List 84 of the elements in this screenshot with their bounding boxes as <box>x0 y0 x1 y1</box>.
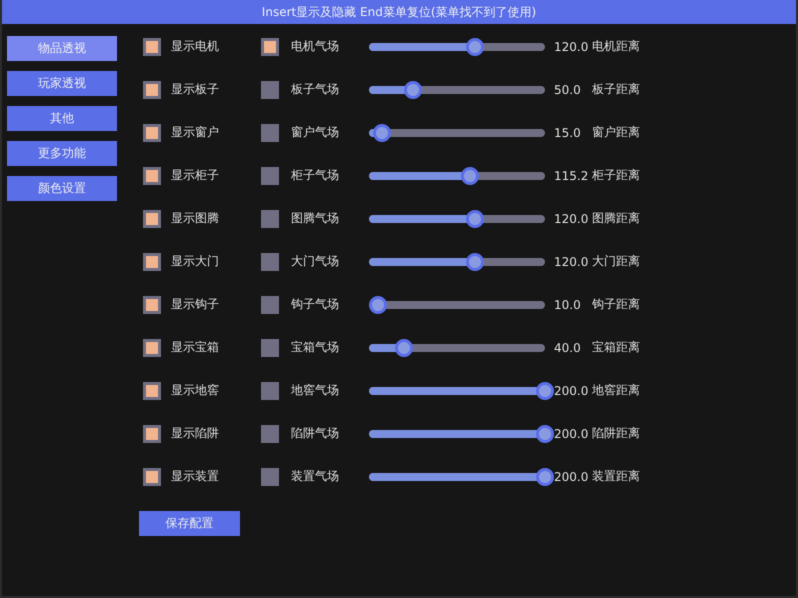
checkbox-label: 柜子气场 <box>290 167 340 184</box>
slider-label: 地窖距离 <box>592 382 640 399</box>
checkbox-label: 显示地窖 <box>170 382 220 399</box>
sidebar-tab[interactable]: 更多功能 <box>7 141 117 166</box>
slider-label: 柜子距离 <box>592 167 640 184</box>
slider-value: 50.0 <box>554 82 582 96</box>
checkbox[interactable] <box>143 124 161 142</box>
slider-value: 200.0 <box>554 470 590 484</box>
checkbox-label: 大门气场 <box>290 253 340 270</box>
slider-label: 大门距离 <box>592 253 640 270</box>
checkbox-label: 显示板子 <box>170 81 220 98</box>
checkbox[interactable] <box>143 210 161 228</box>
sidebar-tab[interactable]: 颜色设置 <box>7 176 117 201</box>
slider-thumb[interactable] <box>466 252 484 270</box>
checkbox-label: 显示窗户 <box>170 124 220 141</box>
checkbox[interactable] <box>143 38 161 56</box>
slider-thumb[interactable] <box>395 338 414 356</box>
checkbox-label: 电机气场 <box>290 38 340 55</box>
checkbox[interactable] <box>261 338 279 356</box>
checkbox-label: 地窖气场 <box>290 382 340 399</box>
slider-thumb[interactable] <box>536 424 554 442</box>
checkbox-label: 陷阱气场 <box>290 425 340 442</box>
slider-value: 200.0 <box>554 384 590 398</box>
slider-thumb[interactable] <box>461 166 480 184</box>
checkbox[interactable] <box>261 424 279 442</box>
window-title: Insert显示及隐藏 End菜单复位(菜单找不到了使用) <box>262 4 536 20</box>
slider-thumb[interactable] <box>536 468 554 486</box>
checkbox-label: 图腾气场 <box>290 210 340 227</box>
checkbox[interactable] <box>143 296 161 314</box>
checkbox-label: 宝箱气场 <box>290 339 340 356</box>
checkbox[interactable] <box>261 166 279 184</box>
checkbox-label: 显示装置 <box>170 468 220 485</box>
checkbox[interactable] <box>143 382 161 400</box>
slider-value: 40.0 <box>554 340 582 354</box>
slider-label: 图腾距离 <box>592 210 640 227</box>
checkbox[interactable] <box>261 252 279 270</box>
slider-thumb[interactable] <box>368 296 387 314</box>
slider-value: 120.0 <box>554 40 590 54</box>
slider-thumb[interactable] <box>373 124 392 142</box>
slider-label: 陷阱距离 <box>592 425 640 442</box>
checkbox-label: 钩子气场 <box>290 296 340 313</box>
checkbox[interactable] <box>261 38 279 56</box>
slider-value: 10.0 <box>554 298 582 312</box>
slider-thumb[interactable] <box>404 80 422 98</box>
checkbox[interactable] <box>261 468 279 486</box>
checkbox-label: 显示图腾 <box>170 210 220 227</box>
checkbox[interactable] <box>261 296 279 314</box>
save-button[interactable]: 保存配置 <box>139 511 240 536</box>
slider-label: 窗户距离 <box>592 124 640 141</box>
checkbox-label: 板子气场 <box>290 81 340 98</box>
checkbox-label: 显示电机 <box>170 38 220 55</box>
slider-thumb[interactable] <box>466 210 484 228</box>
sidebar-tab[interactable]: 其他 <box>7 106 117 131</box>
slider-label: 电机距离 <box>592 38 640 55</box>
slider-value: 15.0 <box>554 126 582 140</box>
checkbox[interactable] <box>261 80 279 98</box>
checkbox-label: 窗户气场 <box>290 124 340 141</box>
checkbox[interactable] <box>143 468 161 486</box>
checkbox-label: 显示大门 <box>170 253 220 270</box>
slider-label: 宝箱距离 <box>592 339 640 356</box>
checkbox[interactable] <box>143 252 161 270</box>
checkbox[interactable] <box>143 166 161 184</box>
checkbox-label: 显示钩子 <box>170 296 220 313</box>
slider-thumb[interactable] <box>536 382 554 400</box>
sidebar-tab[interactable]: 玩家透视 <box>7 71 117 96</box>
checkbox[interactable] <box>143 80 161 98</box>
slider-value: 200.0 <box>554 426 590 440</box>
checkbox[interactable] <box>143 338 161 356</box>
slider-label: 板子距离 <box>592 81 640 98</box>
slider-value: 120.0 <box>554 254 590 268</box>
checkbox-label: 显示陷阱 <box>170 425 220 442</box>
slider-thumb[interactable] <box>466 38 484 56</box>
checkbox-label: 显示宝箱 <box>170 339 220 356</box>
sidebar-tab[interactable]: 物品透视 <box>7 36 117 61</box>
checkbox[interactable] <box>143 424 161 442</box>
slider-value: 115.2 <box>554 168 590 182</box>
checkbox[interactable] <box>261 124 279 142</box>
checkbox-label: 显示柜子 <box>170 167 220 184</box>
slider-label: 钩子距离 <box>592 296 640 313</box>
checkbox[interactable] <box>261 210 279 228</box>
slider-label: 装置距离 <box>592 468 640 485</box>
slider-value: 120.0 <box>554 212 590 226</box>
checkbox-label: 装置气场 <box>290 468 340 485</box>
checkbox[interactable] <box>261 382 279 400</box>
